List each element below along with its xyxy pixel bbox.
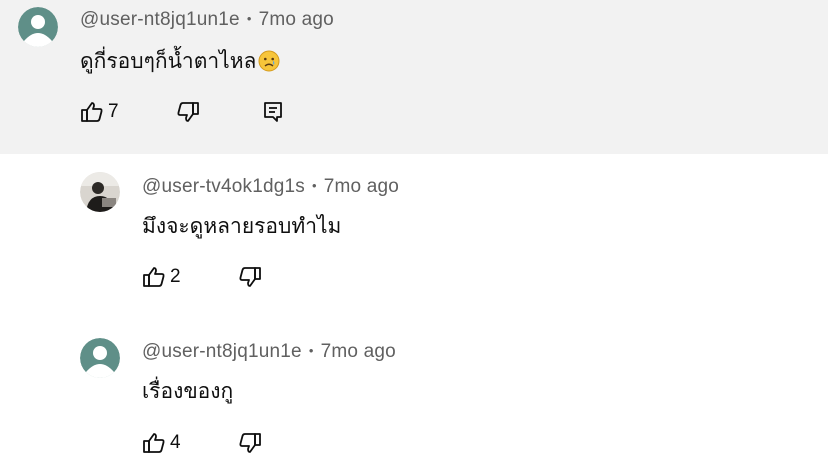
user-avatar-photo[interactable]	[80, 172, 120, 212]
author-name[interactable]: @user-nt8jq1un1e	[80, 9, 240, 30]
comment-text: ดูกี่รอบๆก็น้ำตาไหล	[80, 45, 280, 78]
default-avatar-icon[interactable]	[80, 338, 120, 378]
reply-thread-item: @user-tv4ok1dg1s • 7mo ago มึงจะดูหลายรอบท…	[0, 154, 828, 309]
thumb-down-icon	[239, 433, 261, 453]
comment-header: @user-nt8jq1un1e • 7mo ago	[142, 341, 396, 363]
comment-header: @user-tv4ok1dg1s • 7mo ago	[142, 176, 399, 198]
like-count: 7	[108, 101, 119, 122]
thumb-up-icon	[143, 433, 165, 453]
default-avatar-icon[interactable]	[18, 7, 58, 47]
separator-dot: •	[246, 11, 252, 26]
like-count: 4	[170, 432, 181, 453]
reply-button[interactable]	[261, 100, 285, 124]
separator-dot: •	[311, 178, 317, 193]
reply-thread-item: @user-nt8jq1un1e • 7mo ago เรื่องของกู 4	[0, 309, 828, 462]
comment-time[interactable]: 7mo ago	[321, 341, 396, 362]
author-name[interactable]: @user-tv4ok1dg1s	[142, 176, 305, 197]
dislike-button[interactable]	[238, 265, 262, 289]
comment-text: เรื่องของกู	[142, 379, 234, 403]
comment-text-content: ดูกี่รอบๆก็น้ำตาไหล	[80, 49, 257, 73]
thumb-down-icon	[239, 267, 261, 287]
author-name[interactable]: @user-nt8jq1un1e	[142, 341, 302, 362]
crying-face-emoji	[258, 50, 280, 77]
comment-text: มึงจะดูหลายรอบทำไม	[142, 214, 342, 238]
thumb-up-icon	[81, 102, 103, 122]
comment-time[interactable]: 7mo ago	[259, 9, 334, 30]
like-button[interactable]: 2	[142, 265, 181, 289]
separator-dot: •	[308, 343, 314, 358]
dislike-button[interactable]	[238, 431, 262, 455]
dislike-button[interactable]	[176, 100, 200, 124]
thumb-down-icon	[177, 102, 199, 122]
like-count: 2	[170, 266, 181, 287]
like-button[interactable]: 7	[80, 100, 119, 124]
comment-thread-item: @user-nt8jq1un1e • 7mo ago ดูกี่รอบๆก็น้ำต…	[0, 0, 828, 154]
comment-header: @user-nt8jq1un1e • 7mo ago	[80, 9, 334, 31]
comment-reply-icon	[264, 102, 282, 122]
thumb-up-icon	[143, 267, 165, 287]
comment-time[interactable]: 7mo ago	[324, 176, 399, 197]
like-button[interactable]: 4	[142, 431, 181, 455]
